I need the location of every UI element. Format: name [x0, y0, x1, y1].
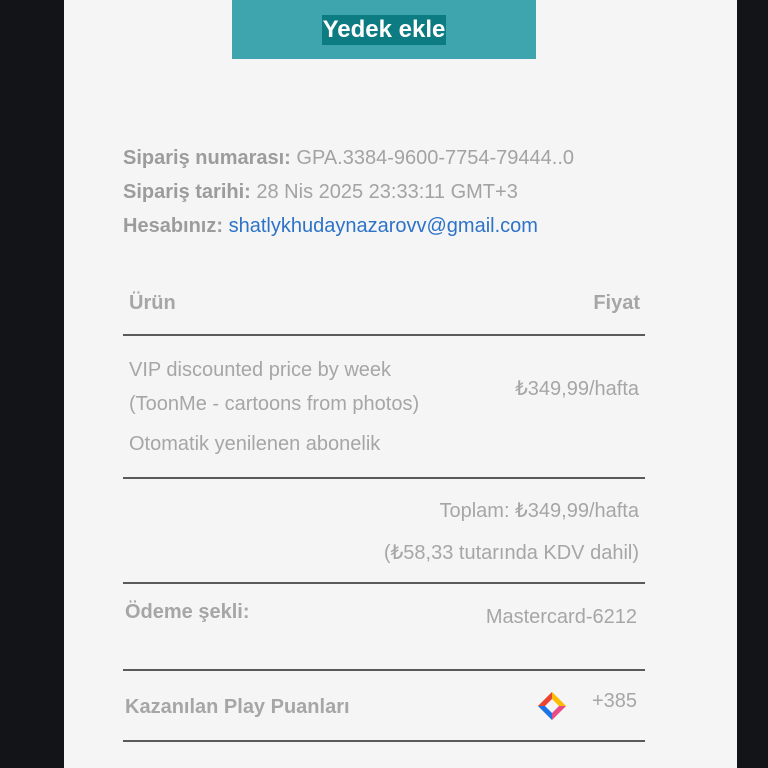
play-points-value: +385: [591, 690, 637, 712]
column-header-product: Ürün: [129, 292, 176, 314]
order-date-row: Sipariş tarihi: 28 Nis 2025 23:33:11 GMT…: [123, 181, 518, 204]
divider: [123, 477, 645, 479]
payment-method-value: Mastercard-6212: [485, 606, 637, 628]
account-email-link[interactable]: shatlykhudaynazarovv@gmail.com: [229, 215, 538, 237]
item-name-line1: VIP discounted price by week: [129, 359, 392, 381]
play-points-icon: [538, 692, 566, 720]
order-date-value: 28 Nis 2025 23:33:11 GMT+3: [256, 181, 518, 203]
order-date-label: Sipariş tarihi:: [123, 181, 251, 203]
order-number-row: Sipariş numarası: GPA.3384-9600-7754-794…: [123, 147, 574, 170]
divider: [123, 582, 645, 584]
order-number-value: GPA.3384-9600-7754-79444..0: [296, 147, 575, 169]
account-row: Hesabınız: shatlykhudaynazarovv@gmail.co…: [123, 215, 538, 238]
item-subscription: Otomatik yenilenen abonelik: [129, 433, 381, 455]
divider: [123, 334, 645, 336]
backup-add-button[interactable]: Yedek ekle: [232, 0, 536, 59]
divider: [123, 669, 645, 671]
item-name-line2: (ToonMe - cartoons from photos): [129, 393, 420, 415]
column-header-price: Fiyat: [593, 292, 640, 314]
payment-method-label: Ödeme şekli:: [125, 601, 250, 623]
account-label: Hesabınız:: [123, 215, 224, 237]
item-price: ₺349,99/hafta: [515, 378, 639, 400]
backup-add-label: Yedek ekle: [321, 14, 447, 45]
receipt-sheet: Yedek ekle Sipariş numarası: GPA.3384-96…: [64, 0, 737, 768]
play-points-label: Kazanılan Play Puanları: [125, 696, 350, 718]
total-price: Toplam: ₺349,99/hafta: [439, 500, 639, 522]
divider: [123, 740, 645, 742]
order-number-label: Sipariş numarası:: [123, 147, 291, 169]
tax-note: (₺58,33 tutarında KDV dahil): [383, 542, 639, 564]
